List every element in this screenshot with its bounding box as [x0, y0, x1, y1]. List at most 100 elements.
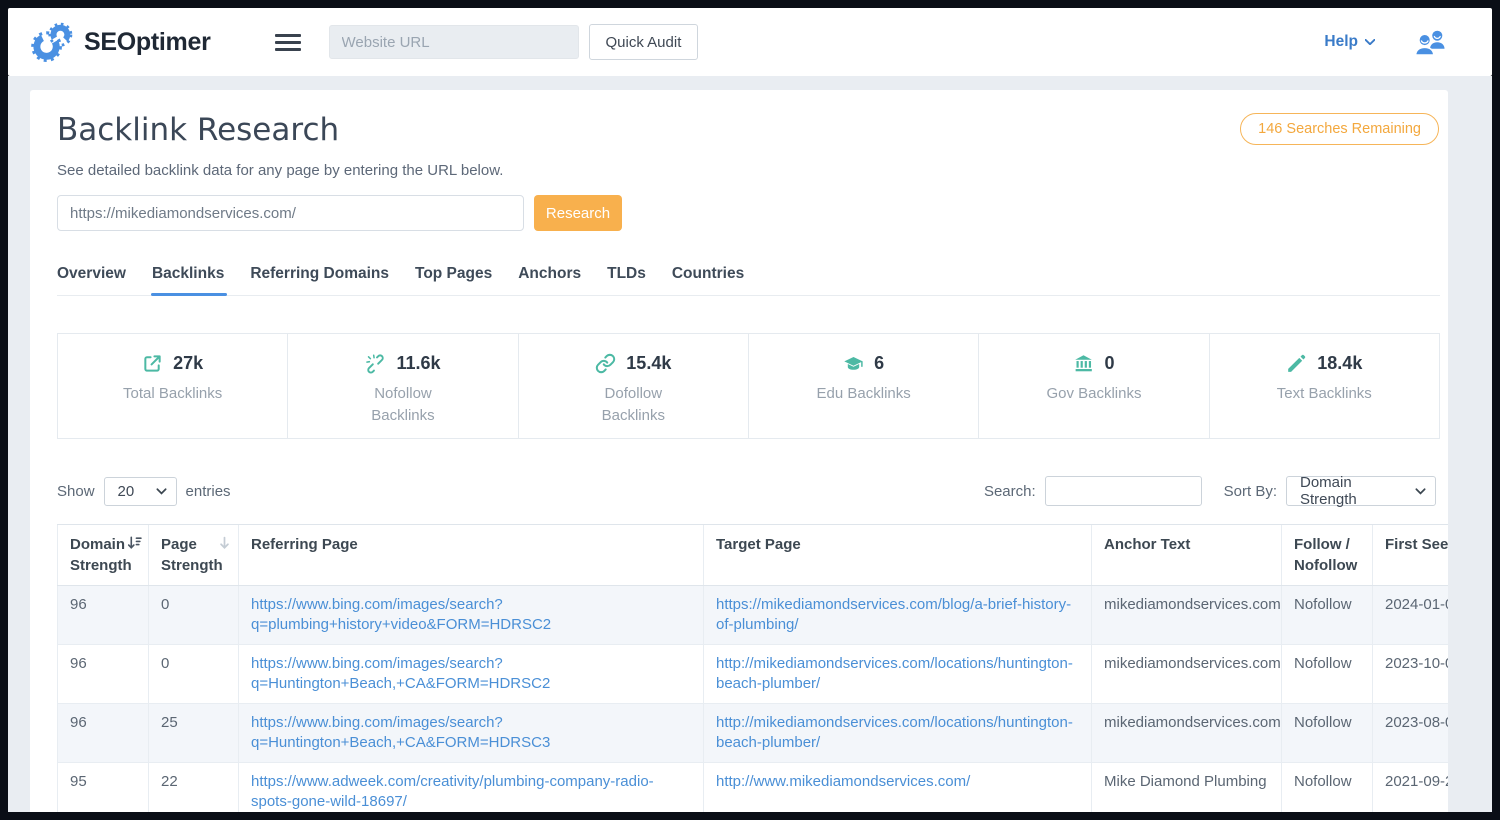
content-card: Backlink Research 146 Searches Remaining… — [30, 90, 1448, 812]
page-background: Backlink Research 146 Searches Remaining… — [8, 76, 1492, 812]
navbar-right: Help — [1324, 28, 1448, 57]
sort-by-select[interactable]: Domain Strength — [1286, 476, 1436, 506]
stat-label: Text Backlinks — [1269, 383, 1379, 405]
cell-follow: Nofollow — [1282, 763, 1373, 813]
stat-label: Gov Backlinks — [1039, 383, 1149, 405]
tab-referring-domains[interactable]: Referring Domains — [250, 265, 389, 295]
entries-label: entries — [186, 483, 231, 500]
cell-follow: Nofollow — [1282, 586, 1373, 645]
sort-by-value: Domain Strength — [1300, 474, 1407, 508]
sort-arrow-down-icon — [217, 536, 232, 550]
chevron-down-icon — [1415, 488, 1426, 495]
page-size-value: 20 — [118, 483, 135, 500]
target-page-link[interactable]: http://mikediamondservices.com/locations… — [716, 713, 1079, 753]
cell-follow: Nofollow — [1282, 645, 1373, 704]
column-header-target-page[interactable]: Target Page — [704, 525, 1092, 586]
caret-down-icon — [1365, 39, 1375, 45]
tab-top-pages[interactable]: Top Pages — [415, 265, 492, 295]
hamburger-menu-icon[interactable] — [271, 30, 305, 55]
stat-label: Nofollow Backlinks — [348, 383, 458, 427]
stat-value: 0 — [1104, 353, 1114, 374]
cell-domain-strength: 96 — [58, 645, 149, 704]
cell-anchor-text: mikediamondservices.com — [1092, 586, 1282, 645]
backlinks-table: Domain Strength Page Strength Referring … — [57, 524, 1448, 812]
research-button[interactable]: Research — [534, 195, 622, 231]
stat-gov-backlinks: 0 Gov Backlinks — [979, 334, 1209, 438]
referring-page-link[interactable]: https://www.bing.com/images/search?​q=Hu… — [251, 713, 691, 753]
brand-name: SEOptimer — [84, 28, 211, 57]
cell-domain-strength: 96 — [58, 704, 149, 763]
cell-first-seen: 2024-01-09 — [1373, 586, 1449, 645]
research-url-input[interactable] — [57, 195, 524, 231]
account-users-icon[interactable] — [1413, 28, 1448, 57]
sort-by-label: Sort By: — [1224, 483, 1277, 500]
table-row: 96 25 https://www.bing.com/images/search… — [58, 704, 1449, 763]
help-menu[interactable]: Help — [1324, 33, 1375, 51]
tab-overview[interactable]: Overview — [57, 265, 126, 295]
stat-edu-backlinks: 6 Edu Backlinks — [749, 334, 979, 438]
column-header-first-seen[interactable]: First Seen — [1373, 525, 1449, 586]
target-page-link[interactable]: http://mikediamondservices.com/locations… — [716, 654, 1079, 694]
cell-domain-strength: 95 — [58, 763, 149, 813]
tab-anchors[interactable]: Anchors — [518, 265, 581, 295]
column-header-page-strength[interactable]: Page Strength — [149, 525, 239, 586]
help-label: Help — [1324, 33, 1358, 51]
column-header-referring-page[interactable]: Referring Page — [239, 525, 704, 586]
stat-value: 6 — [874, 353, 884, 374]
stat-dofollow-backlinks: 15.4k Dofollow Backlinks — [519, 334, 749, 438]
users-icon — [1413, 28, 1448, 57]
cell-page-strength: 0 — [149, 645, 239, 704]
tab-backlinks[interactable]: Backlinks — [152, 265, 224, 295]
show-label: Show — [57, 483, 95, 500]
searches-remaining-badge: 146 Searches Remaining — [1240, 113, 1439, 145]
cell-first-seen: 2023-10-01 — [1373, 645, 1449, 704]
stat-label: Dofollow Backlinks — [578, 383, 688, 427]
page-size-select[interactable]: 20 — [104, 477, 177, 506]
stat-value: 18.4k — [1317, 353, 1362, 374]
stat-nofollow-backlinks: 11.6k Nofollow Backlinks — [288, 334, 518, 438]
tab-tlds[interactable]: TLDs — [607, 265, 646, 295]
chevron-down-icon — [156, 488, 167, 495]
broken-link-icon — [365, 353, 386, 374]
tab-countries[interactable]: Countries — [672, 265, 744, 295]
external-link-icon — [142, 353, 163, 374]
research-form: Research — [57, 195, 1448, 231]
top-navbar: SEOptimer Quick Audit Help — [8, 8, 1492, 76]
brand-logo[interactable]: SEOptimer — [30, 19, 211, 65]
target-page-link[interactable]: https://mikediamondservices.com/blog/a-b… — [716, 595, 1079, 635]
stat-total-backlinks: 27k Total Backlinks — [58, 334, 288, 438]
backlink-stats-panel: 27k Total Backlinks 11.6k Nofollow Backl… — [57, 333, 1440, 439]
cell-anchor-text: Mike Diamond Plumbing — [1092, 763, 1282, 813]
table-search-input[interactable] — [1045, 476, 1202, 506]
search-label: Search: — [984, 483, 1036, 500]
sort-descending-icon — [127, 536, 142, 550]
column-header-anchor-text[interactable]: Anchor Text — [1092, 525, 1282, 586]
link-icon — [595, 353, 616, 374]
report-tabs: Overview Backlinks Referring Domains Top… — [57, 265, 1440, 296]
table-controls: Show 20 entries Search: Sort By: Domain … — [57, 476, 1436, 506]
target-page-link[interactable]: http://www.mikediamondservices.com/ — [716, 772, 1079, 792]
table-row: 96 0 https://www.bing.com/images/search?… — [58, 645, 1449, 704]
column-header-follow-nofollow[interactable]: Follow / Nofollow — [1282, 525, 1373, 586]
pencil-icon — [1286, 353, 1307, 374]
referring-page-link[interactable]: https://www.adweek.com/creativity/plumbi… — [251, 772, 691, 812]
bank-icon — [1073, 353, 1094, 374]
stat-label: Edu Backlinks — [809, 383, 919, 405]
page-subtitle: See detailed backlink data for any page … — [57, 162, 1448, 179]
stat-value: 15.4k — [626, 353, 671, 374]
table-header-row: Domain Strength Page Strength Referring … — [58, 525, 1449, 586]
referring-page-link[interactable]: https://www.bing.com/images/search?​q=Hu… — [251, 654, 691, 694]
stat-value: 27k — [173, 353, 203, 374]
cell-page-strength: 25 — [149, 704, 239, 763]
column-header-domain-strength[interactable]: Domain Strength — [58, 525, 149, 586]
referring-page-link[interactable]: https://www.bing.com/images/search?​q=pl… — [251, 595, 691, 635]
nav-website-url-input[interactable] — [329, 25, 579, 59]
cell-follow: Nofollow — [1282, 704, 1373, 763]
stat-label: Total Backlinks — [118, 383, 228, 405]
stat-text-backlinks: 18.4k Text Backlinks — [1210, 334, 1439, 438]
app-window: SEOptimer Quick Audit Help — [0, 0, 1500, 820]
cell-anchor-text: mikediamondservices.com — [1092, 645, 1282, 704]
quick-audit-button[interactable]: Quick Audit — [589, 24, 699, 60]
table-row: 96 0 https://www.bing.com/images/search?… — [58, 586, 1449, 645]
cell-first-seen: 2023-08-09 — [1373, 704, 1449, 763]
